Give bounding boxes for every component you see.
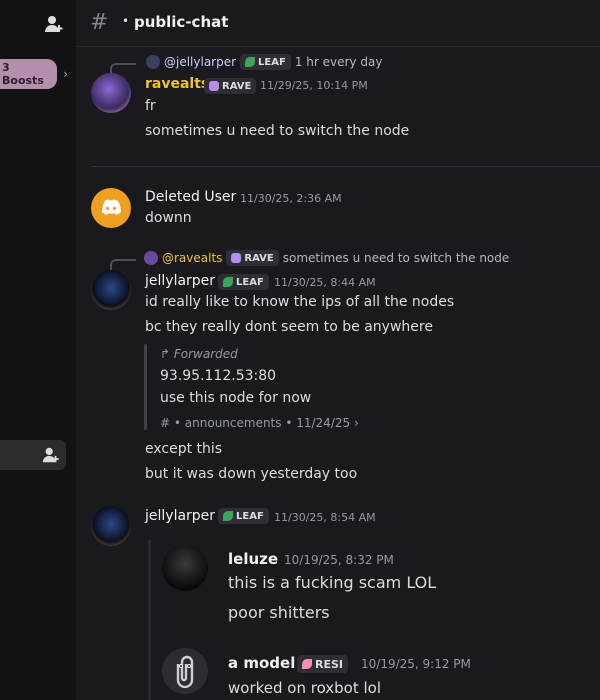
forward-arrow-icon: ↱ [160,347,174,361]
forward-source[interactable]: # • announcements • 11/24/25 › [160,416,359,430]
reply-connector [110,259,136,271]
message-timestamp: 11/29/25, 10:14 PM [260,79,368,92]
user-avatar[interactable] [91,73,131,113]
rave-icon [209,81,219,91]
source-date: 11/24/25 [296,416,351,430]
role-tag: RAVE [204,78,257,94]
reply-mention[interactable]: @ravealts [162,251,222,265]
message-text: but it was down yesterday too [145,466,358,482]
message-timestamp: 11/30/25, 8:54 AM [274,511,376,524]
chevron-right-icon: › [353,416,359,430]
embed-text: this is a fucking scam LOL [228,573,437,592]
embed-timestamp: 10/19/25, 9:12 PM [361,657,471,671]
embed-bar [148,540,151,700]
reply-text: sometimes u need to switch the node [282,251,510,265]
message-text: except this [145,441,223,457]
message-timestamp: 11/30/25, 2:36 AM [240,192,342,205]
paperclip-icon [176,655,194,688]
reply-tag-label: LEAF [258,56,286,68]
channel-name: public-chat [134,13,229,31]
message-text: bc they really dont seem to be anywhere [145,319,433,335]
forward-bar [144,344,147,430]
forwarded-text: use this node for now [160,390,312,406]
role-tag-label: LEAF [236,276,264,288]
reply-tag: LEAF [240,54,291,70]
message-text: fr [145,98,156,114]
channel-header: # • public-chat [76,0,600,47]
role-tag: LEAF [218,508,269,524]
embed-author[interactable]: leluze [228,550,278,568]
chat-area: # • public-chat @jellylarper LEAF 1 hr e… [76,0,600,700]
message-timestamp: 11/30/25, 8:44 AM [274,276,376,289]
reply-avatar [144,251,158,265]
message-author[interactable]: jellylarper [145,273,215,289]
rave-icon [231,253,242,263]
resi-icon [302,659,312,669]
forwarded-label: ↱ Forwarded [160,347,238,361]
message-author[interactable]: ravealts [145,76,209,92]
boosts-label: 3 Boosts [0,59,58,89]
embed-author[interactable]: a model [228,654,295,672]
reply-tag-label: RAVE [244,252,274,264]
user-avatar[interactable] [162,648,208,694]
server-boosts[interactable]: 3 Boosts › [0,59,76,89]
message-author[interactable]: Deleted User [145,189,236,205]
message-author[interactable]: jellylarper [145,508,215,524]
role-tag-label: RAVE [222,80,252,92]
embed-text: worked on roxbot lol [228,679,382,697]
message-text: sometimes u need to switch the node [145,123,410,139]
role-tag-label: RESI [315,657,343,671]
forwarded-text: 93.95.112.53:80 [160,368,277,384]
source-channel[interactable]: announcements [185,416,282,430]
embed-text: poor shitters [228,603,330,622]
leaf-icon [223,277,233,287]
user-avatar[interactable] [91,270,131,310]
role-tag-label: LEAF [236,510,264,522]
leaf-icon [245,57,256,67]
reply-mention[interactable]: @jellylarper [164,55,236,69]
reply-tag: RAVE [226,250,279,266]
role-tag: RESI [297,655,348,673]
message-text: id really like to know the ips of all th… [145,294,455,310]
discord-logo-icon [102,199,121,215]
server-sidebar: 3 Boosts › [0,0,76,700]
add-member-icon[interactable] [44,14,64,34]
reply-text: 1 hr every day [294,55,383,69]
chevron-right-icon: › [63,67,68,81]
source-hash-icon: # [160,416,171,430]
forwarded-text: Forwarded [173,347,238,361]
channel-hash-icon: # [90,10,109,35]
embed-timestamp: 10/19/25, 8:32 PM [284,553,394,567]
leaf-icon [223,511,233,521]
selected-channel-item[interactable] [0,440,66,470]
reply-preview[interactable]: @jellylarper LEAF 1 hr every day [146,54,382,70]
message-text: downn [145,210,192,226]
reply-preview[interactable]: @ravealts RAVE sometimes u need to switc… [144,250,509,266]
add-member-icon[interactable] [42,446,60,464]
user-avatar[interactable] [91,506,131,546]
channel-dot: • [122,14,130,28]
message-divider [91,166,600,167]
user-avatar[interactable] [91,188,131,228]
user-avatar[interactable] [162,545,208,591]
reply-avatar [146,55,160,69]
role-tag: LEAF [218,274,269,290]
